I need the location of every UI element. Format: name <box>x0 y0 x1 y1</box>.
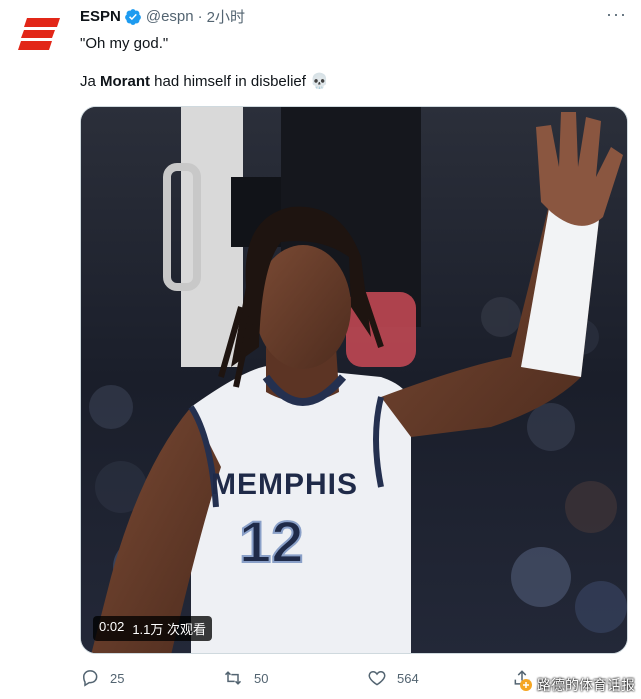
verified-badge-icon <box>124 8 142 26</box>
author-handle[interactable]: @espn <box>146 8 194 25</box>
espn-avatar[interactable] <box>16 10 64 58</box>
tweet-header: ESPN @espn · 2小时 <box>80 6 245 27</box>
video-player[interactable]: MEMPHIS 12 0:02 1.1万 次观看 <box>80 106 628 654</box>
like-count: 564 <box>397 670 419 686</box>
reply-count: 25 <box>110 670 125 686</box>
watermark-text: 路德的体育话报 <box>537 677 635 693</box>
text-suffix: had himself in disbelief <box>150 73 311 90</box>
retweet-count: 50 <box>254 670 269 686</box>
text-bold-name: Morant <box>100 73 151 90</box>
jersey-team-text: MEMPHIS <box>211 468 358 501</box>
tweet-text-line1: "Oh my god." <box>80 35 169 52</box>
espn-logo-icon <box>18 18 60 50</box>
jersey-number-text: 12 <box>239 510 304 575</box>
separator-dot: · <box>197 8 203 25</box>
skull-emoji-icon: 💀 <box>310 73 329 90</box>
video-duration: 0:02 <box>99 619 125 634</box>
video-views: 1.1万 次观看 <box>132 622 206 637</box>
watermark: 路德的体育话报 <box>519 675 635 695</box>
video-info-badge: 0:02 1.1万 次观看 <box>93 616 212 641</box>
reply-icon <box>82 670 98 687</box>
tweet-timestamp[interactable]: 2小时 <box>207 6 245 27</box>
reply-button[interactable]: 25 <box>80 668 124 688</box>
retweet-button[interactable]: 50 <box>222 668 268 688</box>
retweet-icon <box>224 671 242 685</box>
like-button[interactable]: 564 <box>367 668 419 688</box>
heart-icon <box>368 670 386 686</box>
tweet-text-line2: Ja Morant had himself in disbelief 💀 <box>80 72 329 92</box>
text-prefix: Ja <box>80 73 101 90</box>
more-options-icon[interactable]: ··· <box>606 4 627 25</box>
watermark-logo-icon <box>520 679 532 691</box>
author-name[interactable]: ESPN <box>80 8 121 25</box>
video-frame: MEMPHIS 12 <box>81 107 627 653</box>
